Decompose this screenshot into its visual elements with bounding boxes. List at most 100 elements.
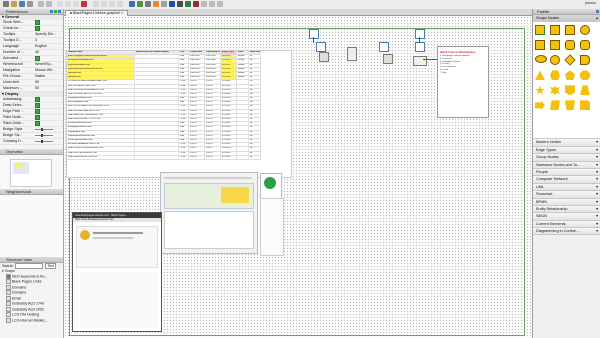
graph-node[interactable] — [415, 42, 425, 52]
palette-category[interactable]: BPMN ▾ — [533, 198, 600, 206]
shape-octagon[interactable] — [580, 70, 590, 81]
palette-category[interactable]: UML ▾ — [533, 183, 600, 192]
pin-icon[interactable] — [596, 10, 599, 13]
slider-track[interactable] — [35, 133, 53, 137]
shape-rounded-rectangle[interactable] — [565, 25, 575, 36]
shape-pentagon[interactable] — [565, 70, 575, 81]
shape-rounded[interactable] — [565, 40, 575, 51]
property-value[interactable]: 4 — [35, 38, 63, 43]
palette-category[interactable]: Entity Relationship ▾ — [533, 205, 600, 214]
shape-shield[interactable] — [565, 85, 575, 96]
slider[interactable] — [35, 127, 63, 132]
property-value[interactable]: English — [35, 44, 63, 49]
palette-category[interactable]: Flowchart ▾ — [533, 191, 600, 199]
collapse-icon[interactable] — [58, 10, 61, 13]
neighborhood-panel[interactable] — [0, 195, 63, 257]
palette-category[interactable]: Computer Network ▾ — [533, 176, 600, 184]
domain-table-node[interactable]: Domain Name Impressions (all Domain Name)… — [66, 50, 292, 178]
palette-category[interactable]: People ▾ — [533, 168, 600, 177]
logo-node[interactable] — [260, 173, 282, 199]
shape-nodes-header[interactable]: Shape Nodes ▴ — [533, 15, 600, 23]
checkbox-checked[interactable] — [35, 97, 63, 102]
shape-star-6[interactable] — [550, 85, 560, 96]
checkbox-checked[interactable] — [35, 20, 63, 25]
graph-node[interactable] — [319, 52, 329, 62]
shape-tab[interactable] — [580, 55, 590, 66]
note-node[interactable]: Black Internet Marketplace 1. blackpages… — [437, 46, 489, 118]
cut-icon[interactable] — [57, 1, 63, 7]
slider-handle[interactable] — [41, 139, 43, 143]
check-icon[interactable] — [35, 56, 40, 61]
orthogonal-icon[interactable] — [169, 1, 175, 7]
property-value[interactable]: Native — [35, 74, 63, 79]
shape-star[interactable] — [535, 85, 545, 95]
check-icon[interactable] — [35, 115, 40, 120]
graph-node[interactable] — [309, 29, 319, 39]
graph-node[interactable] — [379, 42, 389, 52]
palette-category[interactable]: Diagramming in Confue... ▾ — [533, 228, 600, 236]
new-icon[interactable] — [3, 1, 9, 7]
overview-panel[interactable] — [0, 155, 63, 189]
snap-icon[interactable] — [137, 1, 143, 7]
palette-category[interactable]: Modern Nodes ▾ — [533, 139, 600, 147]
pin-icon[interactable] — [50, 10, 53, 13]
graph-node[interactable] — [347, 47, 357, 61]
palette-category[interactable]: Current Elements ▾ — [533, 220, 600, 229]
tab-graph-document[interactable]: BlackPages.Linktree.graphml × — [65, 9, 128, 16]
graph-node[interactable] — [383, 54, 393, 64]
check-icon[interactable] — [35, 97, 40, 102]
slider-track[interactable] — [35, 139, 53, 143]
zoom-original-icon[interactable] — [117, 1, 123, 7]
shape-diamond[interactable] — [564, 54, 576, 67]
shape-rectangle-3[interactable] — [550, 40, 560, 51]
property-value[interactable]: 50 — [35, 86, 63, 91]
shape-trapezoid[interactable] — [580, 85, 590, 96]
shape-parallelogram[interactable] — [550, 100, 560, 111]
palette-category[interactable]: Edge Types ▾ — [533, 146, 600, 155]
property-value[interactable]: Specify Ele... — [35, 32, 63, 37]
play-icon[interactable] — [54, 10, 57, 13]
check-icon[interactable] — [35, 103, 40, 108]
distribute-icon[interactable] — [209, 1, 215, 7]
zoom-in-icon[interactable] — [93, 1, 99, 7]
search-input[interactable] — [15, 263, 44, 269]
shape-ellipse[interactable] — [580, 25, 590, 36]
checkbox-checked[interactable] — [35, 103, 63, 108]
graph-node[interactable] — [413, 56, 427, 66]
property-value[interactable]: Mouse Wh... — [35, 68, 63, 73]
palette-category[interactable]: Group Nodes ▾ — [533, 154, 600, 162]
checkbox-checked[interactable] — [35, 109, 63, 114]
shape-trapezoid-2[interactable] — [565, 100, 575, 111]
copy-icon[interactable] — [65, 1, 71, 7]
graph-node[interactable] — [316, 42, 326, 52]
ungroup-icon[interactable] — [161, 1, 167, 7]
palette-category[interactable]: Swimlane Nodes and Ta... ▾ — [533, 161, 600, 169]
zoom-out-icon[interactable] — [101, 1, 107, 7]
check-icon[interactable] — [35, 20, 40, 25]
shape-note[interactable] — [580, 100, 590, 111]
palette-category[interactable]: SBGN ▾ — [533, 213, 600, 221]
screenshot-node[interactable] — [160, 172, 258, 254]
align-icon[interactable] — [201, 1, 207, 7]
slider[interactable] — [35, 133, 63, 138]
open-icon[interactable] — [11, 1, 17, 7]
delete-icon[interactable] — [81, 1, 87, 7]
paste-icon[interactable] — [73, 1, 79, 7]
tree-icon[interactable] — [193, 1, 199, 7]
text-list-node[interactable] — [260, 198, 284, 256]
shape-rectangle[interactable] — [550, 25, 560, 36]
slider-track[interactable] — [35, 127, 53, 131]
undo-icon[interactable] — [38, 1, 44, 7]
print-icon[interactable] — [27, 1, 33, 7]
shape-arrow[interactable] — [535, 100, 545, 111]
slider-handle[interactable] — [41, 127, 43, 131]
search-mode-select[interactable]: Text — [45, 263, 56, 269]
property-value[interactable]: 40 — [35, 50, 63, 55]
shape-oval[interactable] — [535, 55, 547, 64]
shape-circle[interactable] — [550, 55, 560, 66]
save-icon[interactable] — [19, 1, 25, 7]
shape-rounded-2[interactable] — [580, 40, 590, 51]
checkbox-checked[interactable] — [35, 56, 63, 61]
shape-hexagon[interactable] — [550, 70, 560, 81]
graph-node[interactable] — [415, 29, 425, 39]
